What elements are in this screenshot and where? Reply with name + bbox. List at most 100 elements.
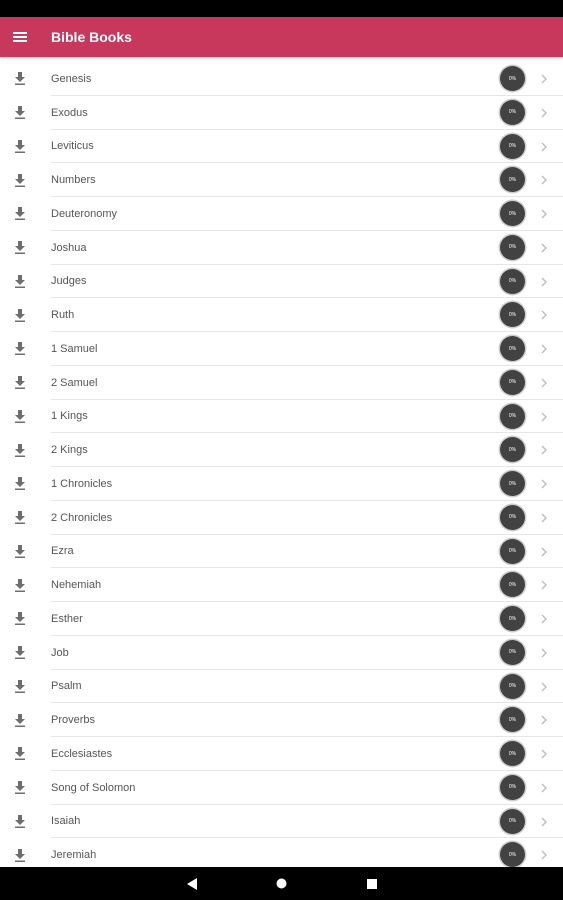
book-name[interactable]: Esther (51, 602, 83, 636)
download-button[interactable] (0, 130, 40, 163)
chevron-right-icon[interactable] (537, 443, 551, 457)
download-button[interactable] (0, 805, 40, 838)
back-button[interactable] (147, 867, 237, 900)
book-name[interactable]: 1 Kings (51, 400, 88, 434)
chevron-right-icon[interactable] (537, 308, 551, 322)
chevron-right-icon[interactable] (537, 511, 551, 525)
chevron-right-icon[interactable] (537, 410, 551, 424)
book-row[interactable]: 1 Chronicles 0% (0, 467, 563, 501)
book-name[interactable]: 2 Chronicles (51, 501, 112, 535)
book-name[interactable]: 2 Kings (51, 433, 88, 467)
download-button[interactable] (0, 96, 40, 129)
book-row[interactable]: Ezra 0% (0, 535, 563, 569)
chevron-right-icon[interactable] (537, 275, 551, 289)
download-button[interactable] (0, 197, 40, 230)
chevron-right-icon[interactable] (537, 477, 551, 491)
book-name[interactable]: Proverbs (51, 703, 95, 737)
download-button[interactable] (0, 636, 40, 669)
download-button[interactable] (0, 569, 40, 602)
book-name[interactable]: Joshua (51, 231, 86, 265)
book-name[interactable]: Song of Solomon (51, 771, 135, 805)
book-row[interactable]: Proverbs 0% (0, 703, 563, 737)
book-row[interactable]: Psalm 0% (0, 670, 563, 704)
chevron-right-icon[interactable] (537, 680, 551, 694)
book-row[interactable]: Leviticus 0% (0, 130, 563, 164)
book-row[interactable]: 2 Samuel 0% (0, 366, 563, 400)
chevron-right-icon[interactable] (537, 781, 551, 795)
recents-button[interactable] (327, 867, 417, 900)
download-button[interactable] (0, 737, 40, 770)
book-name[interactable]: Nehemiah (51, 568, 101, 602)
chevron-right-icon[interactable] (537, 140, 551, 154)
chevron-right-icon[interactable] (537, 376, 551, 390)
book-row[interactable]: 1 Samuel 0% (0, 332, 563, 366)
book-name[interactable]: Ruth (51, 298, 74, 332)
book-name[interactable]: Deuteronomy (51, 197, 117, 231)
book-row[interactable]: 2 Kings 0% (0, 433, 563, 467)
book-name[interactable]: Psalm (51, 670, 82, 704)
chevron-right-icon[interactable] (537, 342, 551, 356)
chevron-right-icon[interactable] (537, 173, 551, 187)
download-button[interactable] (0, 704, 40, 737)
chevron-right-icon[interactable] (537, 241, 551, 255)
chevron-right-icon[interactable] (537, 207, 551, 221)
chevron-right-icon[interactable] (537, 747, 551, 761)
book-name[interactable]: Ezra (51, 535, 74, 569)
download-button[interactable] (0, 62, 40, 95)
chevron-right-icon[interactable] (537, 106, 551, 120)
book-row[interactable]: Judges 0% (0, 265, 563, 299)
download-button[interactable] (0, 670, 40, 703)
book-row[interactable]: Joshua 0% (0, 231, 563, 265)
book-name[interactable]: Exodus (51, 96, 88, 130)
download-button[interactable] (0, 535, 40, 568)
chevron-right-icon[interactable] (537, 815, 551, 829)
book-name[interactable]: 1 Samuel (51, 332, 97, 366)
book-row[interactable]: Esther 0% (0, 602, 563, 636)
download-button[interactable] (0, 400, 40, 433)
home-button[interactable] (237, 867, 327, 900)
download-button[interactable] (0, 231, 40, 264)
download-button[interactable] (0, 434, 40, 467)
chevron-right-icon[interactable] (537, 713, 551, 727)
book-name[interactable]: Judges (51, 265, 86, 299)
chevron-right-icon[interactable] (537, 612, 551, 626)
download-button[interactable] (0, 501, 40, 534)
book-name[interactable]: Jeremiah (51, 838, 96, 867)
book-name[interactable]: Numbers (51, 163, 96, 197)
download-button[interactable] (0, 332, 40, 365)
book-row[interactable]: Ecclesiastes 0% (0, 737, 563, 771)
book-row[interactable]: Exodus 0% (0, 96, 563, 130)
book-name[interactable]: Leviticus (51, 130, 94, 164)
book-row[interactable]: Genesis 0% (0, 62, 563, 96)
book-name[interactable]: Job (51, 636, 69, 670)
download-button[interactable] (0, 265, 40, 298)
download-button[interactable] (0, 164, 40, 197)
chevron-right-icon[interactable] (537, 646, 551, 660)
book-row[interactable]: Numbers 0% (0, 163, 563, 197)
book-row[interactable]: Deuteronomy 0% (0, 197, 563, 231)
chevron-right-icon[interactable] (537, 545, 551, 559)
chevron-right-icon[interactable] (537, 848, 551, 862)
chevron-right-icon[interactable] (537, 578, 551, 592)
book-name[interactable]: 2 Samuel (51, 366, 97, 400)
book-name[interactable]: Ecclesiastes (51, 737, 112, 771)
download-button[interactable] (0, 602, 40, 635)
book-name[interactable]: Genesis (51, 62, 91, 96)
book-row[interactable]: Isaiah 0% (0, 805, 563, 839)
download-button[interactable] (0, 366, 40, 399)
book-row[interactable]: Song of Solomon 0% (0, 771, 563, 805)
download-button[interactable] (0, 467, 40, 500)
book-row[interactable]: Job 0% (0, 636, 563, 670)
book-name[interactable]: 1 Chronicles (51, 467, 112, 501)
chevron-right-icon[interactable] (537, 72, 551, 86)
book-row[interactable]: Nehemiah 0% (0, 568, 563, 602)
download-button[interactable] (0, 771, 40, 804)
book-row[interactable]: Ruth 0% (0, 298, 563, 332)
download-button[interactable] (0, 299, 40, 332)
download-button[interactable] (0, 839, 40, 867)
book-name[interactable]: Isaiah (51, 805, 80, 839)
book-row[interactable]: 2 Chronicles 0% (0, 501, 563, 535)
book-row[interactable]: 1 Kings 0% (0, 400, 563, 434)
menu-button[interactable] (0, 17, 40, 57)
book-row[interactable]: Jeremiah 0% (0, 838, 563, 867)
